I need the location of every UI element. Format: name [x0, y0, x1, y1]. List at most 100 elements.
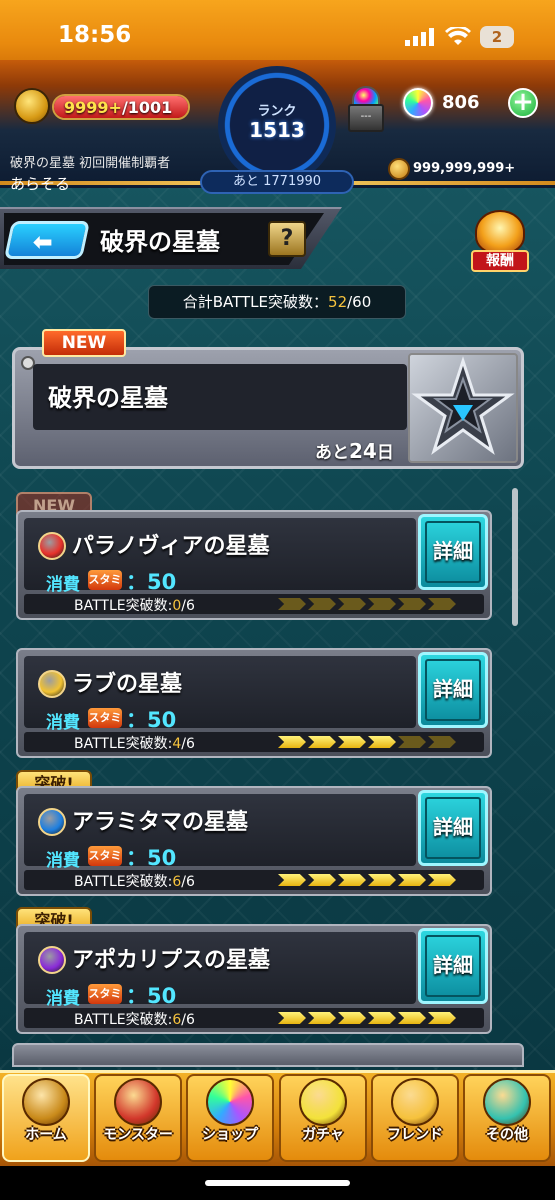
progress-chevrons: [278, 1012, 456, 1024]
nav-other[interactable]: その他: [461, 1072, 553, 1164]
nav-gacha[interactable]: ガチャ: [277, 1072, 369, 1164]
progress-chevron-filled: [398, 1012, 426, 1024]
battle-cleared: 6: [172, 874, 182, 890]
next-quest-peek[interactable]: [12, 1043, 524, 1067]
monster-icon: [114, 1078, 162, 1126]
reward-button[interactable]: 報酬: [469, 210, 531, 274]
stamina-cost: ：50: [126, 846, 177, 870]
list-scrollbar[interactable]: [512, 488, 518, 626]
quest-name: パラノヴィアの星墓: [72, 534, 270, 559]
battle-label: BATTLE突破数:: [74, 598, 173, 614]
total-current: 52: [328, 293, 348, 311]
detail-button-inner: [425, 935, 481, 997]
detail-button[interactable]: 詳細: [418, 928, 488, 1004]
event-remaining: あと24日: [315, 438, 394, 463]
nav-home[interactable]: ホーム: [0, 1072, 92, 1164]
stamina-icon: スタミナ: [88, 570, 122, 606]
nav-shop[interactable]: ショップ: [184, 1072, 276, 1164]
home-indicator-area: [0, 1166, 555, 1200]
progress-chevron-filled: [278, 874, 306, 886]
progress-chevron-empty: [308, 598, 336, 610]
home-indicator[interactable]: [205, 1180, 350, 1186]
progress-chevron-filled: [278, 1012, 306, 1024]
battle-total: /6: [181, 1012, 195, 1028]
remain-prefix: あと: [315, 443, 349, 463]
nav-label: フレンド: [387, 1127, 443, 1143]
rank-label: ランク: [257, 104, 297, 119]
home-icon: [22, 1078, 70, 1126]
cost-label: 消費: [46, 575, 80, 595]
rank-next-prefix: あと: [232, 174, 259, 189]
progress-chevron-filled: [338, 736, 366, 748]
detail-button[interactable]: 詳細: [418, 514, 488, 590]
event-title: 破界の星墓: [48, 384, 168, 412]
battle-label: BATTLE突破数:: [74, 874, 173, 890]
other-icon: [483, 1078, 531, 1126]
detail-button[interactable]: 詳細: [418, 790, 488, 866]
nav-friend[interactable]: フレンド: [369, 1072, 461, 1164]
player-header: 9999+/1001 ランク 1513 あと 1771990 --- 806 +…: [0, 60, 555, 194]
cost-label: 消費: [46, 713, 80, 733]
back-button[interactable]: ⬅: [3, 221, 91, 259]
battle-cleared: 4: [172, 736, 182, 752]
quest-item[interactable]: パラノヴィアの星墓 消費 スタミナ ：50 BATTLE突破数:0/6 詳細: [16, 510, 492, 620]
rank-next-value: 1771990: [263, 174, 322, 189]
battery-indicator: 2: [480, 26, 514, 48]
quest-name: アラミタマの星墓: [72, 810, 249, 835]
water-element-icon: [38, 808, 66, 836]
progress-chevron-filled: [278, 736, 306, 748]
progress-chevron-empty: [398, 598, 426, 610]
reward-crest-icon: [475, 210, 525, 254]
light-element-icon: [38, 670, 66, 698]
progress-chevron-empty: [428, 736, 456, 748]
nav-label: モンスター: [103, 1127, 173, 1143]
detail-button-inner: [425, 797, 481, 859]
progress-chevron-filled: [338, 1012, 366, 1024]
quest-main: ラブの星墓 消費 スタミナ ：50: [24, 656, 416, 744]
stamina-cost: ：50: [126, 984, 177, 1008]
rank-next: あと 1771990: [200, 170, 354, 194]
buy-orbs-button[interactable]: +: [508, 88, 538, 118]
coin-icon: [388, 158, 410, 180]
stamina-icon: スタミナ: [88, 708, 122, 744]
fire-element-icon: [38, 532, 66, 560]
progress-chevrons: [278, 874, 456, 886]
battle-total: /6: [181, 874, 195, 890]
monster-box-icon[interactable]: ---: [348, 86, 384, 132]
progress-chevron-filled: [368, 1012, 396, 1024]
progress-chevron-empty: [368, 598, 396, 610]
quest-item[interactable]: アラミタマの星墓 消費 スタミナ ：50 BATTLE突破数:6/6 詳細: [16, 786, 492, 896]
wifi-icon: [445, 27, 471, 45]
page-title: 破界の星墓: [100, 228, 220, 256]
battle-count: BATTLE突破数:6/6: [74, 1009, 195, 1029]
battle-count: BATTLE突破数:4/6: [74, 733, 195, 753]
nav-monster[interactable]: モンスター: [92, 1072, 184, 1164]
progress-chevron-filled: [428, 1012, 456, 1024]
battle-count: BATTLE突破数:0/6: [74, 595, 195, 615]
battle-cleared: 0: [172, 598, 182, 614]
gacha-icon: [299, 1078, 347, 1126]
orb-icon: [403, 88, 433, 118]
quest-item[interactable]: ラブの星墓 消費 スタミナ ：50 BATTLE突破数:4/6 詳細: [16, 648, 492, 758]
battle-label: BATTLE突破数:: [74, 736, 173, 752]
quest-main: アポカリプスの星墓 消費 スタミナ ：50: [24, 932, 416, 1020]
rank-value: 1513: [249, 118, 305, 142]
detail-button[interactable]: 詳細: [418, 652, 488, 728]
coin-count: 999,999,999+: [413, 161, 516, 176]
quest-main: パラノヴィアの星墓 消費 スタミナ ：50: [24, 518, 416, 606]
dark-element-icon: [38, 946, 66, 974]
friend-icon: [391, 1078, 439, 1126]
quest-name: ラブの星墓: [72, 672, 183, 697]
progress-chevron-filled: [308, 736, 336, 748]
progress-chevron-filled: [368, 874, 396, 886]
total-max: /60: [347, 293, 372, 311]
reward-label: 報酬: [471, 250, 529, 272]
stamina-text: 9999+/1001: [64, 98, 172, 117]
rank-badge[interactable]: ランク 1513: [218, 66, 336, 184]
box-count: ---: [348, 104, 384, 132]
help-button[interactable]: ?: [268, 221, 306, 257]
progress-chevron-filled: [308, 874, 336, 886]
progress-chevron-empty: [398, 736, 426, 748]
quest-item[interactable]: アポカリプスの星墓 消費 スタミナ ：50 BATTLE突破数:6/6 詳細: [16, 924, 492, 1034]
battle-label: BATTLE突破数:: [74, 1012, 173, 1028]
